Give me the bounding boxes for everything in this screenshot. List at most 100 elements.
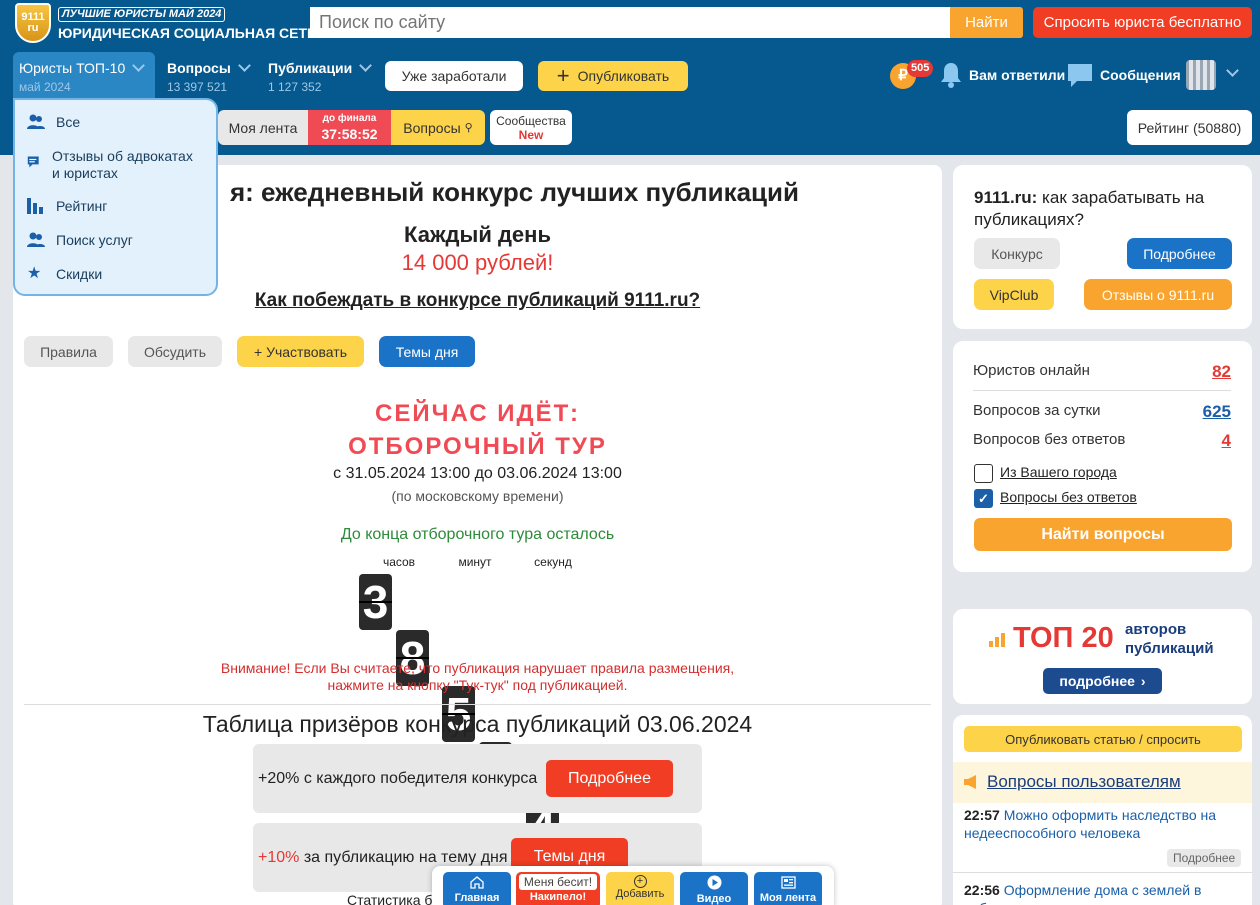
participate-button[interactable]: + Участвовать	[237, 336, 364, 367]
site-logo[interactable]: 9111 ru	[15, 3, 51, 43]
site-slogan[interactable]: ЮРИДИЧЕСКАЯ СОЦИАЛЬНАЯ СЕТЬ	[58, 25, 317, 41]
questions-day-row: Вопросов за сутки 625	[973, 402, 1231, 422]
nav-lawyers-sub: май 2024	[19, 80, 71, 94]
nav-publications-count: 1 127 352	[268, 80, 322, 94]
lawyers-online-label: Юристов онлайн	[973, 362, 1090, 379]
question-item[interactable]: 22:57 Можно оформить наследство на недее…	[964, 806, 1234, 842]
plus-icon: +	[556, 63, 570, 88]
question-more-button[interactable]: Подробнее	[1167, 849, 1242, 867]
prize-table-title: Таблица призёров конкурса публикаций 03.…	[202, 711, 753, 737]
dropdown-item-label: Все	[56, 114, 81, 130]
divider	[953, 872, 1252, 873]
earn-title: 9111.ru: как зарабатывать на публикациях…	[974, 187, 1214, 231]
my-feed-tab[interactable]: Моя лента	[218, 110, 308, 145]
city-checkbox-label[interactable]: Из Вашего города	[1000, 464, 1117, 480]
chevron-right-icon: ›	[1140, 673, 1146, 689]
user-questions-link[interactable]: Вопросы пользователям	[987, 772, 1181, 792]
home-button[interactable]: Главная	[443, 872, 511, 905]
day-topics-button[interactable]: Темы дня	[379, 336, 475, 367]
discuss-button[interactable]: Обсудить	[128, 336, 222, 367]
user-avatar[interactable]	[1186, 60, 1216, 90]
chevron-down-icon	[132, 59, 146, 72]
add-button[interactable]: + Добавить	[606, 872, 674, 905]
nav-publications[interactable]: Публикации 1 127 352	[268, 59, 373, 94]
bell-icon[interactable]	[939, 61, 963, 89]
timezone-note: (по московскому времени)	[391, 488, 564, 504]
warning-line-2: нажмите на кнопку "Тук-тук" под публикац…	[327, 677, 628, 693]
unanswered-checkbox-label[interactable]: Вопросы без ответов	[1000, 489, 1137, 505]
top20-more-button[interactable]: подробнее ›	[1043, 668, 1162, 694]
play-icon	[707, 875, 721, 890]
vipclub-button[interactable]: VipClub	[974, 279, 1054, 310]
rant-button[interactable]: Меня бесит! Накипело!	[516, 872, 600, 905]
bottom-toolbar: Главная Меня бесит! Накипело! + Добавить…	[432, 866, 834, 905]
minutes-label: минут	[458, 555, 492, 569]
dropdown-item-label: Поиск услуг	[56, 232, 133, 248]
dropdown-item-all[interactable]: Все	[27, 114, 80, 130]
nav-lawyers[interactable]: Юристы ТОП-10 май 2024	[19, 59, 146, 94]
dropdown-item-reviews[interactable]: Отзывы об адвокатах и юристах	[27, 148, 202, 182]
search-button[interactable]: Найти	[950, 7, 1023, 38]
communities-label: Сообщества	[496, 114, 566, 128]
home-icon	[470, 876, 484, 889]
question-time: 22:56	[964, 882, 1000, 898]
bonus-2-desc: за публикацию на тему дня	[299, 849, 508, 866]
new-badge: New	[518, 128, 544, 142]
rant-top-label: Меня бесит!	[519, 874, 597, 890]
ask-lawyer-button[interactable]: Спросить юриста бесплатно	[1033, 7, 1252, 38]
comment-icon	[27, 156, 39, 168]
video-button[interactable]: Видео	[680, 872, 748, 905]
top20-title[interactable]: ТОП 20	[1013, 622, 1114, 655]
questions-tab[interactable]: Вопросы ⚲	[391, 110, 485, 145]
chat-icon[interactable]	[1066, 61, 1094, 89]
rules-button[interactable]: Правила	[24, 336, 113, 367]
questions-day-count[interactable]: 625	[1203, 402, 1231, 422]
questions-tab-label: Вопросы	[403, 119, 461, 136]
question-time: 22:57	[964, 807, 1000, 823]
question-text: Оформление дома с землей в собственность	[964, 882, 1202, 905]
nav-publications-label: Публикации	[268, 60, 353, 76]
top20-more-label: подробнее	[1059, 673, 1135, 689]
divider	[24, 704, 931, 705]
now-running-label: СЕЙЧАС ИДЁТ:	[375, 400, 580, 427]
question-text: Можно оформить наследство на недееспособ…	[964, 807, 1217, 841]
rating-button[interactable]: Рейтинг (50880)	[1127, 110, 1252, 145]
dropdown-item-rating[interactable]: Рейтинг	[27, 198, 107, 214]
my-feed-label: Моя лента	[759, 892, 817, 904]
lawyers-online-count[interactable]: 82	[1212, 362, 1231, 382]
user-questions-card: Опубликовать статью / спросить Вопросы п…	[953, 715, 1252, 905]
question-item[interactable]: 22:56 Оформление дома с землей в собстве…	[964, 881, 1234, 905]
search-input[interactable]	[310, 7, 950, 38]
dropdown-item-discounts[interactable]: ★ Скидки	[27, 266, 102, 283]
bonus-1-more-button[interactable]: Подробнее	[546, 760, 673, 797]
bar-chart-icon	[27, 198, 43, 214]
megaphone-icon	[964, 775, 976, 789]
final-countdown[interactable]: до финала 37:58:52	[308, 110, 391, 145]
top20-subtitle: авторов публикаций	[1125, 621, 1214, 657]
stage-dates: с 31.05.2024 13:00 до 03.06.2024 13:00	[333, 465, 622, 482]
publish-button[interactable]: + Опубликовать	[538, 61, 688, 91]
unanswered-count[interactable]: 4	[1222, 431, 1231, 451]
find-questions-button[interactable]: Найти вопросы	[974, 518, 1232, 551]
lawyers-online-row: Юристов онлайн 82	[973, 362, 1231, 382]
communities-tab[interactable]: Сообщества New	[490, 110, 572, 145]
answered-link[interactable]: Вам ответили	[969, 67, 1065, 83]
city-checkbox[interactable]	[974, 464, 993, 483]
my-feed-button[interactable]: Моя лента	[754, 872, 822, 905]
site-reviews-button[interactable]: Отзывы о 9111.ru	[1084, 279, 1232, 310]
contest-button[interactable]: Конкурс	[974, 238, 1060, 269]
chevron-down-icon	[237, 59, 251, 72]
earn-more-button[interactable]: Подробнее	[1127, 238, 1232, 269]
already-earned-button[interactable]: Уже заработали	[385, 61, 523, 91]
nav-questions[interactable]: Вопросы 13 397 521	[167, 59, 251, 94]
final-label: до финала	[322, 113, 377, 124]
dropdown-item-services[interactable]: Поиск услуг	[27, 232, 133, 248]
best-lawyers-badge[interactable]: ЛУЧШИЕ ЮРИСТЫ МАЙ 2024	[58, 7, 226, 22]
home-label: Главная	[454, 892, 500, 904]
unanswered-checkbox[interactable]: ✓	[974, 489, 993, 508]
nav-questions-label: Вопросы	[167, 60, 231, 76]
final-timer: 37:58:52	[321, 126, 378, 142]
publish-ask-button[interactable]: Опубликовать статью / спросить	[964, 726, 1242, 752]
messages-link[interactable]: Сообщения	[1100, 67, 1181, 83]
questions-day-label: Вопросов за сутки	[973, 402, 1101, 419]
